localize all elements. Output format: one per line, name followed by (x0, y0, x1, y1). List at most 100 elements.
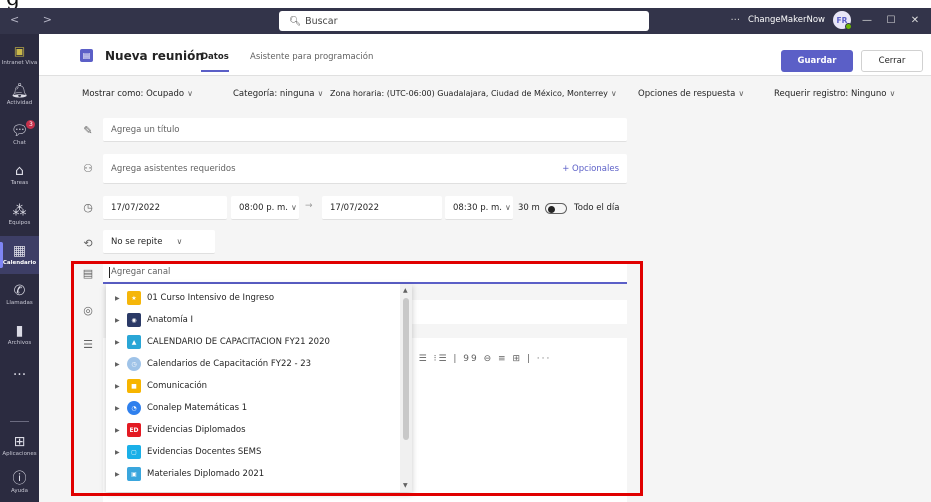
rail-item-calls[interactable]: ✆ Llamadas (0, 276, 39, 314)
list-item[interactable]: ▶ ▣ Materiales Diplomado 2021 (106, 463, 400, 485)
all-day-toggle[interactable] (545, 203, 567, 214)
registration-dropdown[interactable]: Requerir registro: Ninguno ∨ (774, 89, 895, 99)
text-caret (109, 266, 110, 278)
minimize-icon[interactable]: — (859, 15, 875, 26)
search-placeholder: Buscar (305, 15, 338, 27)
list-item[interactable]: ▶ ED Evidencias Diplomados (106, 419, 400, 441)
back-forward-arrows[interactable]: < > (10, 13, 62, 26)
rail-item-more[interactable]: ... (0, 352, 39, 390)
rail-label: Llamadas (6, 300, 33, 306)
rail-item-calendar[interactable]: ▦ Calendario (0, 236, 39, 274)
help-icon: ⓘ (12, 471, 27, 487)
rail-item-help[interactable]: ⓘ Ayuda (0, 464, 39, 502)
timezone-dropdown[interactable]: Zona horaria: (UTC-06:00) Guadalajara, C… (330, 89, 617, 99)
expand-icon: ▶ (115, 360, 120, 368)
team-avatar-icon: ▲ (127, 335, 141, 349)
file-icon: ▮ (15, 323, 24, 339)
response-options-dropdown[interactable]: Opciones de respuesta ∨ (638, 89, 744, 99)
channel-input[interactable]: Agregar canal (103, 262, 627, 284)
tasks-icon: ⌂ (15, 163, 24, 179)
tab-details[interactable]: Datos (201, 52, 229, 72)
end-time-dropdown[interactable]: 08:30 p. m. ∨ (445, 196, 513, 220)
expand-icon: ▶ (115, 316, 120, 324)
more-icon: ... (12, 363, 27, 379)
timezone-label: Zona horaria: (UTC-06:00) Guadalajara, C… (330, 89, 608, 98)
bell-icon: 🔔︎ (10, 83, 29, 99)
save-button[interactable]: Guardar (781, 50, 853, 72)
team-avatar-icon: ED (127, 423, 141, 437)
horizontal-rule-icon[interactable]: ≡ (498, 354, 508, 364)
start-date-value: 17/07/2022 (111, 202, 160, 213)
list-item[interactable]: ▶ ▲ CALENDARIO DE CAPACITACION FY21 2020 (106, 331, 400, 353)
start-time-value: 08:00 p. m. (239, 202, 288, 213)
org-name[interactable]: ChangeMakerNow (748, 15, 825, 25)
category-dropdown[interactable]: Categoría: ninguna ∨ (233, 89, 323, 99)
title-bar: < > 🔍︎ Buscar ··· ChangeMakerNow FR — ☐ … (0, 8, 931, 34)
rail-label: Archivos (7, 340, 32, 346)
team-name: Materiales Diplomado 2021 (147, 469, 265, 479)
scroll-thumb[interactable] (403, 298, 409, 440)
quote-icon[interactable]: 99 (463, 354, 478, 364)
start-date-input[interactable]: 17/07/2022 (103, 196, 227, 220)
bullet-list-icon[interactable]: ☰ (419, 354, 429, 364)
title-input[interactable]: Agrega un título (103, 118, 627, 142)
repeat-icon: ⟲ (83, 237, 93, 250)
team-avatar-icon: ◉ (127, 313, 141, 327)
phone-icon: ✆ (13, 283, 26, 299)
list-item[interactable]: ▶ ■ Comunicación (106, 375, 400, 397)
chevron-down-icon: ∨ (504, 203, 511, 212)
attendees-input[interactable]: Agrega asistentes requeridos + Opcionale… (103, 154, 627, 184)
rail-item-intranet[interactable]: ▣ Intranet Viva (0, 36, 39, 74)
close-window-icon[interactable]: ✕ (907, 15, 923, 26)
rail-item-chat[interactable]: 💬︎ 3 Chat (0, 116, 39, 154)
rail-item-files[interactable]: ▮ Archivos (0, 316, 39, 354)
titlebar-right: ··· ChangeMakerNow FR — ☐ ✕ (731, 11, 924, 30)
meeting-header: ▤ Nueva reunión Datos Asistente para pro… (39, 34, 931, 76)
list-item[interactable]: ▶ ◷ Calendarios de Capacitación FY22 - 23 (106, 353, 400, 375)
start-time-dropdown[interactable]: 08:00 p. m. ∨ (231, 196, 299, 220)
link-icon[interactable]: ⊖ (484, 354, 494, 364)
close-button[interactable]: Cerrar (861, 50, 923, 72)
chevron-down-icon: ∨ (176, 237, 183, 246)
tab-scheduling-assistant[interactable]: Asistente para programación (250, 52, 373, 62)
rail-item-teams[interactable]: ⁂ Equipos (0, 196, 39, 234)
expand-icon: ▶ (115, 382, 120, 390)
more-options-icon[interactable]: ··· (731, 15, 741, 26)
chevron-down-icon: ∨ (187, 89, 193, 98)
scroll-up-icon[interactable]: ▲ (403, 287, 408, 294)
chevron-down-icon: ∨ (290, 203, 297, 212)
rail-label: Tareas (10, 180, 29, 186)
show-as-dropdown[interactable]: Mostrar como: Ocupado ∨ (82, 89, 193, 99)
expand-icon: ▶ (115, 294, 120, 302)
list-item[interactable]: ▶ ▢ Evidencias Docentes SEMS (106, 441, 400, 463)
end-date-value: 17/07/2022 (330, 202, 379, 213)
numbered-list-icon[interactable]: ⁝☰ (434, 354, 449, 364)
rail-label: Ayuda (11, 488, 28, 494)
apps-icon: ⊞ (13, 434, 26, 450)
more-format-icon[interactable]: ··· (537, 354, 552, 364)
optional-attendees-link[interactable]: + Opcionales (562, 164, 619, 174)
rail-item-tasks[interactable]: ⌂ Tareas (0, 156, 39, 194)
scroll-down-icon[interactable]: ▼ (403, 482, 408, 489)
location-input[interactable] (403, 300, 627, 324)
search-box[interactable]: 🔍︎ Buscar (279, 11, 649, 31)
list-item[interactable]: ▶ ★ 01 Curso Intensivo de Ingreso (106, 287, 400, 309)
table-icon[interactable]: ⊞ (512, 354, 522, 364)
team-name: Comunicación (147, 381, 208, 391)
expand-icon: ▶ (115, 404, 120, 412)
avatar[interactable]: FR (833, 11, 852, 30)
repeat-dropdown[interactable]: No se repite ∨ (103, 230, 215, 254)
location-icon: ◎ (83, 304, 93, 317)
list-item[interactable]: ▶ ◔ Conalep Matemáticas 1 (106, 397, 400, 419)
list-item[interactable]: ▶ ◉ Anatomía I (106, 309, 400, 331)
rail-item-apps[interactable]: ⊞ Aplicaciones (0, 427, 39, 465)
team-avatar-icon: ★ (127, 291, 141, 305)
channel-dropdown: ▶ ★ 01 Curso Intensivo de Ingreso ▶ ◉ Anatom… (106, 284, 412, 492)
team-avatar-icon: ■ (127, 379, 141, 393)
dropdown-scrollbar[interactable]: ▲ ▼ (400, 284, 412, 492)
clock-icon: ◷ (83, 201, 93, 214)
rail-label: Aplicaciones (2, 451, 37, 457)
rail-item-activity[interactable]: 🔔︎ Actividad (0, 76, 39, 114)
end-date-input[interactable]: 17/07/2022 (322, 196, 442, 220)
maximize-icon[interactable]: ☐ (883, 15, 899, 26)
